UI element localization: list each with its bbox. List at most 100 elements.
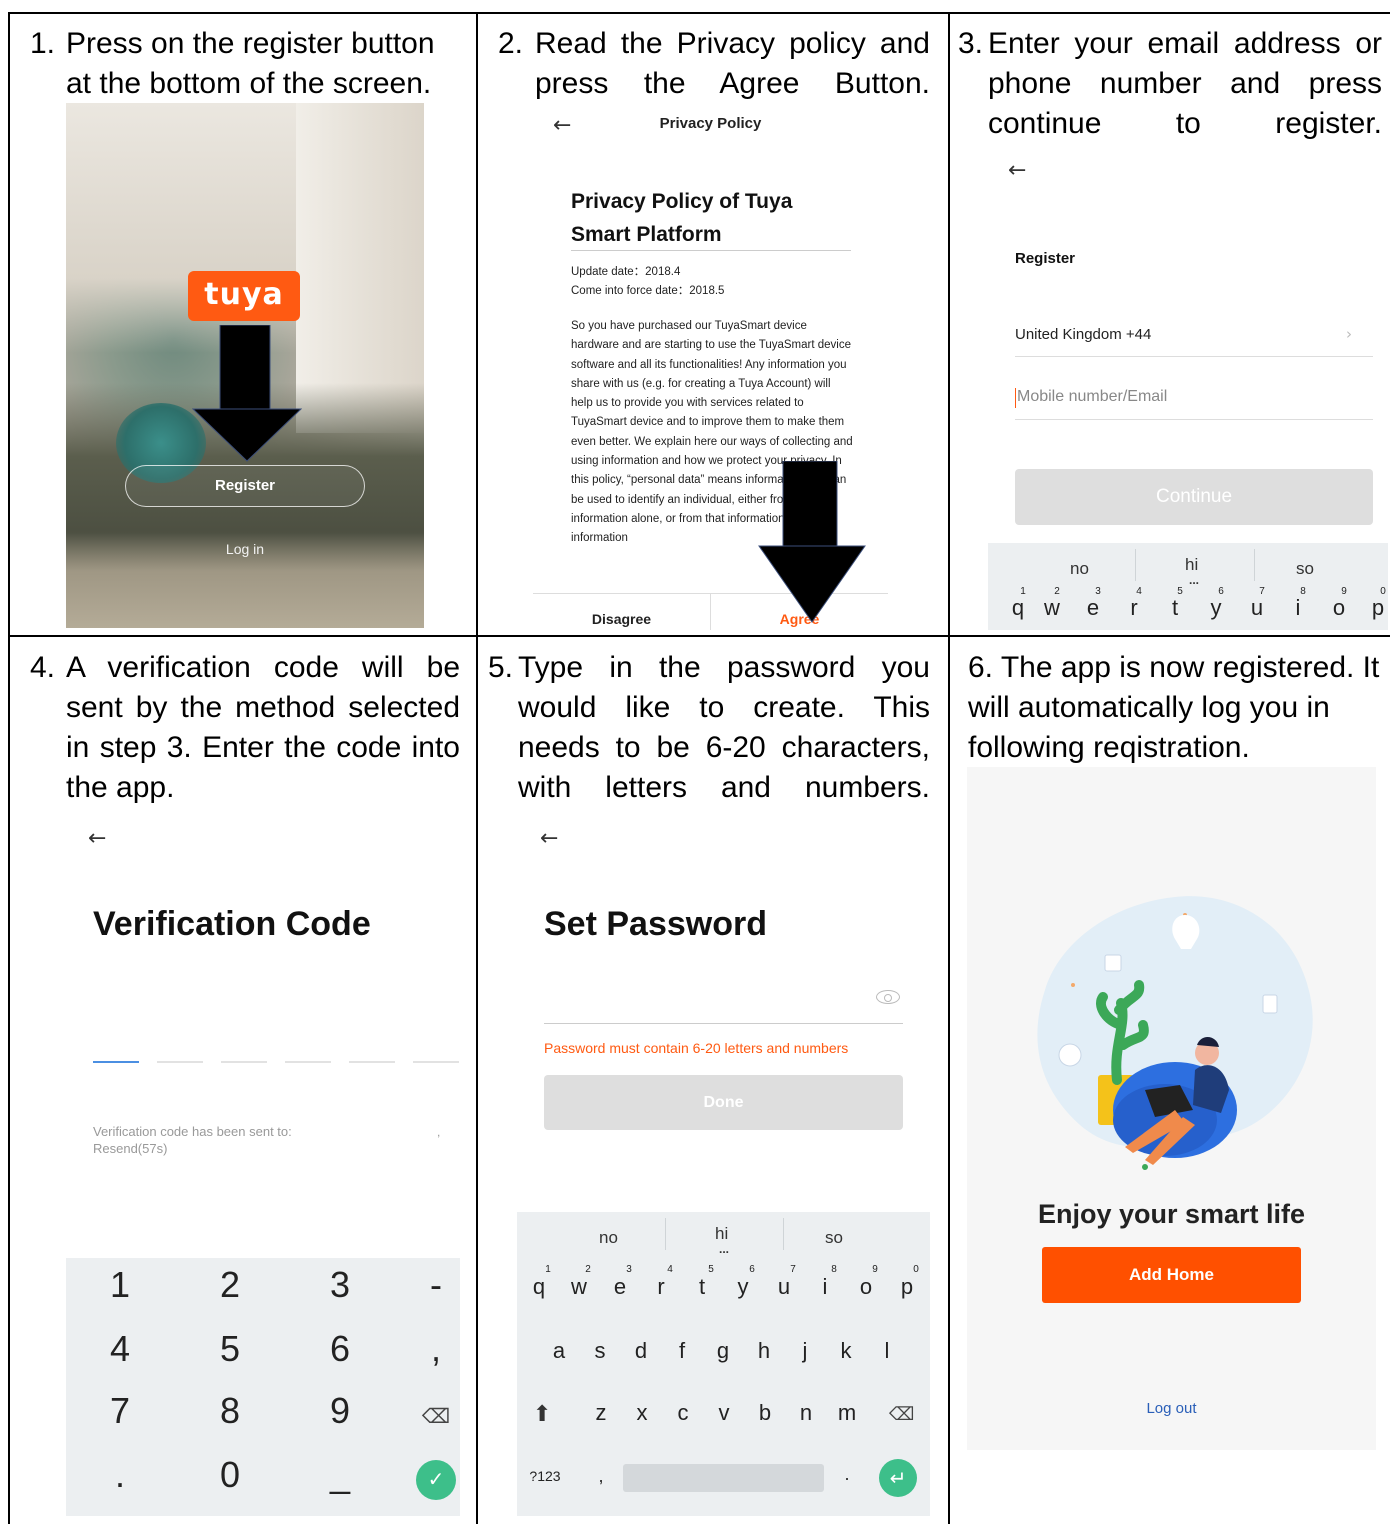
backspace-icon[interactable]: ⌫ (889, 1404, 914, 1425)
mobile-email-input[interactable]: Mobile number/Email (1017, 388, 1167, 406)
key-e[interactable]: e (608, 1274, 632, 1300)
suggestion-no[interactable]: no (599, 1228, 618, 1248)
shift-icon[interactable]: ⬆ (533, 1402, 551, 1427)
key-i[interactable]: i (813, 1274, 837, 1300)
numpad-key[interactable]: , (406, 1328, 466, 1370)
key-hint-4: 4 (1136, 586, 1142, 597)
continue-button[interactable]: Continue (1015, 469, 1373, 525)
numpad-key[interactable]: 5 (200, 1328, 260, 1370)
key-hint-7: 7 (1259, 586, 1265, 597)
key-hint-0: 0 (913, 1264, 919, 1275)
numpad-key[interactable]: 4 (90, 1328, 150, 1370)
key-u[interactable]: u (1247, 595, 1267, 621)
key-r[interactable]: r (649, 1274, 673, 1300)
password-input[interactable] (544, 1023, 903, 1024)
table-row-divider (8, 635, 1390, 637)
numpad-key[interactable]: 2 (200, 1264, 260, 1306)
key-n[interactable]: n (794, 1400, 818, 1426)
numpad-key[interactable]: _ (310, 1454, 370, 1496)
numpad-key[interactable]: 8 (200, 1390, 260, 1432)
suggestion-hi[interactable]: hi (715, 1224, 728, 1244)
login-link[interactable]: Log in (66, 541, 424, 557)
numpad-key[interactable]: 7 (90, 1390, 150, 1432)
resend-link[interactable]: Resend(57s) (93, 1140, 292, 1157)
code-digit-3[interactable] (221, 1061, 267, 1063)
confirm-check-icon[interactable]: ✓ (416, 1460, 456, 1500)
key-w[interactable]: w (567, 1274, 591, 1300)
add-home-button[interactable]: Add Home (1042, 1247, 1301, 1303)
symbols-key[interactable]: ?123 (525, 1468, 565, 1484)
key-y[interactable]: y (1206, 595, 1226, 621)
key-v[interactable]: v (712, 1400, 736, 1426)
key-e[interactable]: e (1083, 595, 1103, 621)
numpad-key[interactable]: . (90, 1454, 150, 1496)
suggestion-no[interactable]: no (1070, 559, 1089, 579)
numpad-key[interactable]: 9 (310, 1390, 370, 1432)
key-t[interactable]: t (1165, 595, 1185, 621)
page-title: Privacy Policy (659, 115, 762, 132)
key-f[interactable]: f (670, 1338, 694, 1364)
key-j[interactable]: j (793, 1338, 817, 1364)
key-x[interactable]: x (630, 1400, 654, 1426)
key-k[interactable]: k (834, 1338, 858, 1364)
screen-home: Enjoy your smart life Add Home Log out (967, 767, 1376, 1450)
register-button[interactable]: Register (125, 465, 365, 507)
key-hint-3: 3 (1095, 586, 1101, 597)
key-o[interactable]: o (854, 1274, 878, 1300)
key-r[interactable]: r (1124, 595, 1144, 621)
disagree-button[interactable]: Disagree (533, 611, 710, 627)
key-z[interactable]: z (589, 1400, 613, 1426)
key-l[interactable]: l (875, 1338, 899, 1364)
key-h[interactable]: h (752, 1338, 776, 1364)
key-t[interactable]: t (690, 1274, 714, 1300)
key-m[interactable]: m (835, 1400, 859, 1426)
password-warning: Password must contain 6-20 letters and n… (544, 1040, 849, 1056)
key-w[interactable]: w (1042, 595, 1062, 621)
numpad-key[interactable]: 3 (310, 1264, 370, 1306)
backspace-icon[interactable]: ⌫ (406, 1404, 466, 1429)
key-hint-1: 1 (545, 1264, 551, 1275)
key-g[interactable]: g (711, 1338, 735, 1364)
key-hint-2: 2 (1054, 586, 1060, 597)
suggestion-so[interactable]: so (825, 1228, 843, 1248)
code-digit-5[interactable] (349, 1061, 395, 1063)
back-arrow-icon[interactable]: ← (88, 826, 106, 851)
suggestion-so[interactable]: so (1296, 559, 1314, 579)
eye-icon[interactable] (876, 990, 900, 1004)
suggestion-hi[interactable]: hi (1185, 555, 1198, 575)
key-s[interactable]: s (588, 1338, 612, 1364)
text-cursor (1015, 388, 1016, 408)
key-d[interactable]: d (629, 1338, 653, 1364)
table-border-left (8, 12, 10, 1524)
page-title: Set Password (544, 905, 767, 943)
key-p[interactable]: p (1368, 595, 1388, 621)
done-button[interactable]: Done (544, 1075, 903, 1130)
key-p[interactable]: p (895, 1274, 919, 1300)
back-arrow-icon[interactable]: ← (540, 826, 558, 851)
back-arrow-icon[interactable]: ← (1008, 158, 1026, 183)
period-key[interactable]: . (835, 1464, 859, 1485)
code-digit-4[interactable] (285, 1061, 331, 1063)
enter-icon[interactable]: ↵ (879, 1459, 917, 1497)
country-selector[interactable]: United Kingdom +44 (1015, 326, 1151, 343)
comma-key[interactable]: , (589, 1466, 613, 1487)
code-digit-1[interactable] (93, 1061, 139, 1063)
key-b[interactable]: b (753, 1400, 777, 1426)
space-bar[interactable] (623, 1464, 824, 1492)
key-u[interactable]: u (772, 1274, 796, 1300)
key-q[interactable]: q (1008, 595, 1028, 621)
key-i[interactable]: i (1288, 595, 1308, 621)
key-q[interactable]: q (527, 1274, 551, 1300)
logout-link[interactable]: Log out (967, 1400, 1376, 1417)
numpad-key[interactable]: - (406, 1264, 466, 1306)
key-hint-2: 2 (585, 1264, 591, 1275)
key-c[interactable]: c (671, 1400, 695, 1426)
numpad-key[interactable]: 0 (200, 1454, 260, 1496)
code-digit-2[interactable] (157, 1061, 203, 1063)
numpad-key[interactable]: 1 (90, 1264, 150, 1306)
key-a[interactable]: a (547, 1338, 571, 1364)
numpad-key[interactable]: 6 (310, 1328, 370, 1370)
key-o[interactable]: o (1329, 595, 1349, 621)
key-y[interactable]: y (731, 1274, 755, 1300)
code-digit-6[interactable] (413, 1061, 459, 1063)
